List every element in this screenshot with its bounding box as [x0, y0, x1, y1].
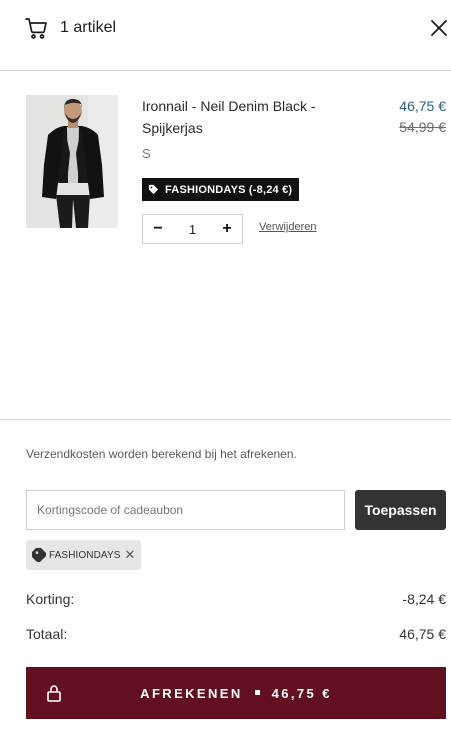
cart-title: 1 artikel: [60, 19, 117, 36]
cart-header: 1 artikel: [0, 0, 451, 71]
applied-code-chip: FASHIONDAYS ✕: [26, 540, 142, 570]
total-value: 46,75 €: [399, 626, 446, 642]
separator-dot: [254, 689, 260, 695]
remove-item-link[interactable]: Verwijderen: [259, 221, 316, 233]
discount-badge: FASHIONDAYS (-8,24 €): [142, 178, 300, 201]
product-name[interactable]: Ironnail - Neil Denim Black - Spijkerjas: [142, 95, 332, 139]
shipping-note: Verzendkosten worden berekend bij het af…: [26, 447, 297, 461]
total-row: Totaal: 46,75 €: [26, 625, 446, 643]
variant-size: S: [142, 146, 151, 161]
quantity-value[interactable]: 1: [173, 222, 212, 237]
decrease-quantity-button[interactable]: −: [143, 215, 173, 243]
close-icon[interactable]: [429, 18, 449, 38]
total-label: Totaal:: [26, 626, 68, 642]
checkout-button[interactable]: AFREKENEN 46,75 €: [26, 667, 446, 719]
checkout-label: AFREKENEN: [140, 685, 243, 701]
price-original: 54,99 €: [399, 119, 446, 135]
tag-icon: [32, 548, 46, 562]
discount-row: Korting: -8,24 €: [26, 590, 446, 608]
discount-label: Korting:: [26, 591, 75, 607]
increase-quantity-button[interactable]: +: [212, 215, 242, 243]
divider: [0, 419, 451, 420]
quantity-stepper: − 1 +: [142, 214, 243, 244]
remove-code-icon[interactable]: ✕: [125, 547, 136, 563]
lock-icon: [47, 685, 61, 702]
apply-coupon-button[interactable]: Toepassen: [355, 490, 446, 530]
product-image[interactable]: [26, 95, 118, 228]
discount-value: -8,24 €: [402, 591, 446, 607]
coupon-input[interactable]: [26, 490, 345, 530]
tag-icon: [148, 184, 159, 195]
discount-badge-label: FASHIONDAYS (-8,24 €): [165, 183, 293, 196]
applied-code-label: FASHIONDAYS: [49, 549, 121, 561]
price-current: 46,75 €: [399, 98, 446, 114]
shopping-cart-icon: [25, 18, 47, 39]
checkout-amount: 46,75 €: [271, 685, 332, 701]
